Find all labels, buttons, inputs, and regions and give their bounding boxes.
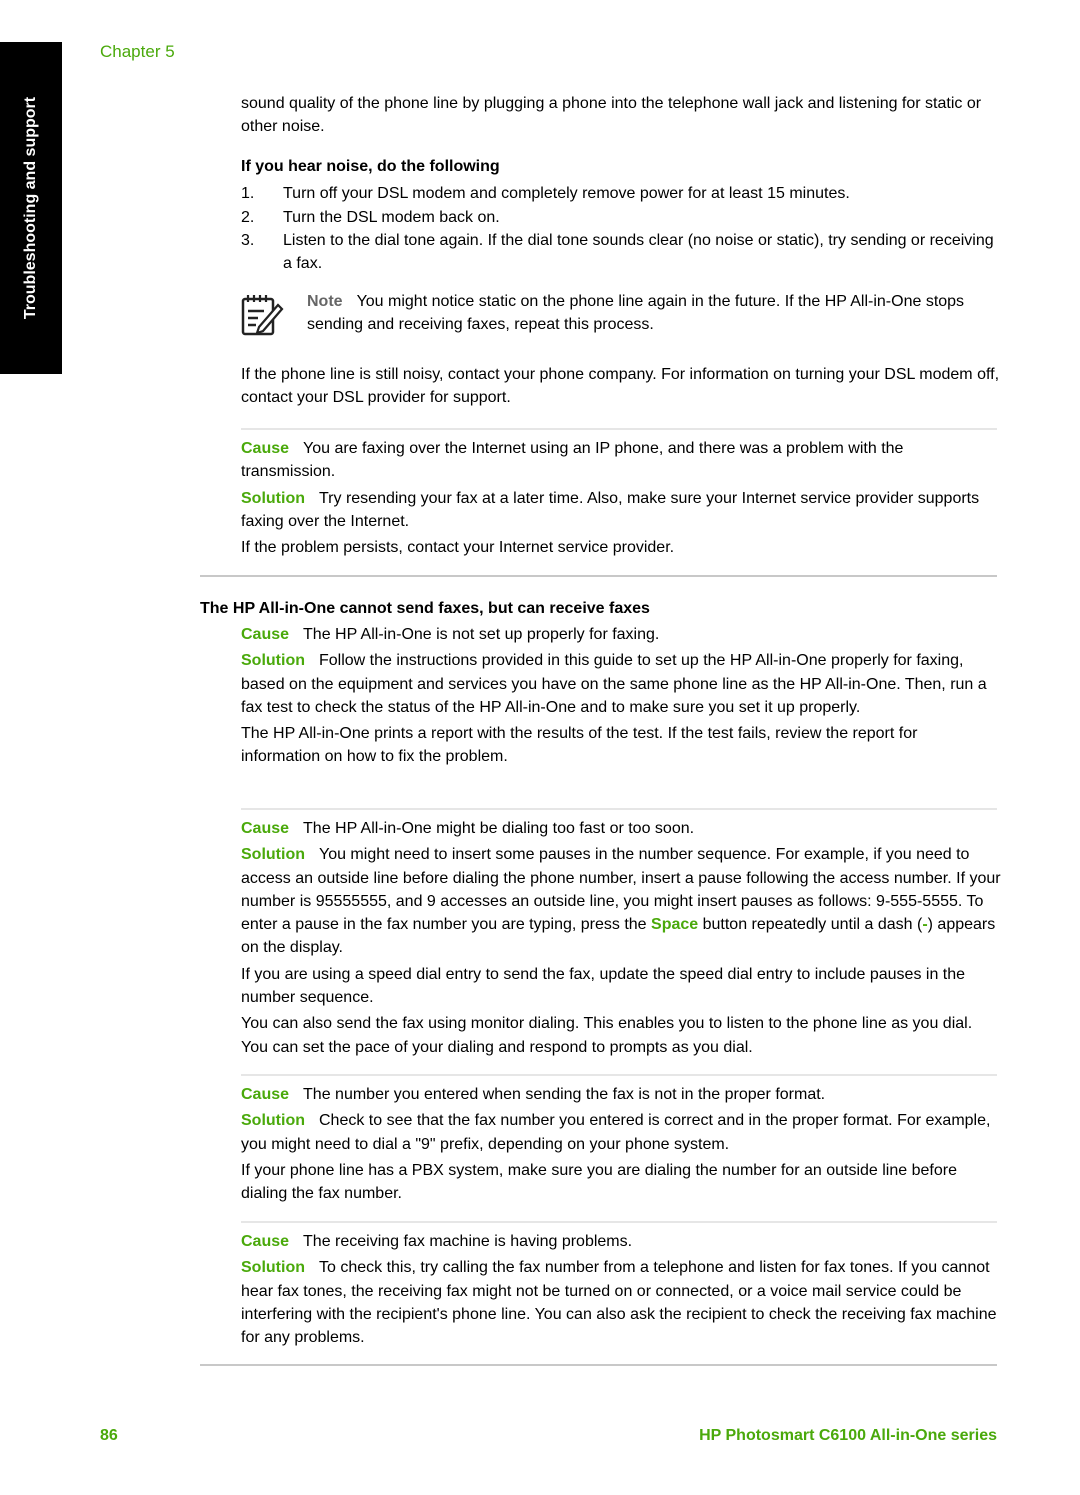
list-item: 3. Listen to the dial tone again. If the… (241, 231, 994, 273)
section-divider (200, 1364, 997, 1366)
divider (241, 1074, 997, 1076)
noise-steps: If you hear noise, do the following 1. T… (241, 155, 1001, 275)
section-divider (200, 575, 997, 577)
cause-block-format: Cause The number you entered when sending… (241, 1086, 991, 1203)
cause-label: Cause (241, 820, 290, 837)
noise-steps-heading: If you hear noise, do the following (241, 158, 500, 175)
list-item: 1. Turn off your DSL modem and completel… (241, 185, 850, 203)
chapter-label: Chapter 5 (100, 42, 175, 61)
side-tab-label: Troubleshooting and support (22, 96, 39, 320)
note-label: Note (307, 293, 343, 310)
cause-block-receiving: Cause The receiving fax machine is having… (241, 1233, 997, 1347)
intro-paragraph: sound quality of the phone line by plugg… (241, 95, 982, 136)
cause-block-setup: Cause The HP All-in-One is not set up pro… (241, 626, 987, 766)
cause-label: Cause (241, 440, 290, 457)
cause-block-dialing: Cause The HP All-in-One might be dialing … (241, 820, 1001, 1056)
ip-phone-cause-block: Cause You are faxing over the Internet us… (241, 440, 980, 557)
solution-label: Solution (241, 1112, 305, 1130)
note-pad-pencil-icon (240, 293, 284, 337)
divider (241, 808, 997, 810)
still-noisy-paragraph: If the phone line is still noisy, contac… (241, 366, 1000, 407)
page-number: 86 (100, 1427, 118, 1444)
space-button-ref: Space (651, 916, 699, 934)
solution-label: Solution (241, 1259, 305, 1277)
divider (241, 428, 997, 430)
divider (241, 1221, 997, 1223)
cause-label: Cause (241, 1233, 290, 1250)
cause-label: Cause (241, 1086, 290, 1103)
solution-label: Solution (241, 489, 305, 507)
section-heading: The HP All-in-One cannot send faxes, but… (200, 600, 650, 617)
footer-title: HP Photosmart C6100 All-in-One series (699, 1427, 997, 1444)
side-tab: Troubleshooting and support (0, 42, 62, 374)
cause-label: Cause (241, 626, 290, 643)
list-item: 2. Turn the DSL modem back on. (241, 208, 500, 226)
note-block: Note You might notice static on the phone… (307, 293, 965, 334)
solution-label: Solution (241, 652, 305, 670)
solution-label: Solution (241, 846, 305, 864)
